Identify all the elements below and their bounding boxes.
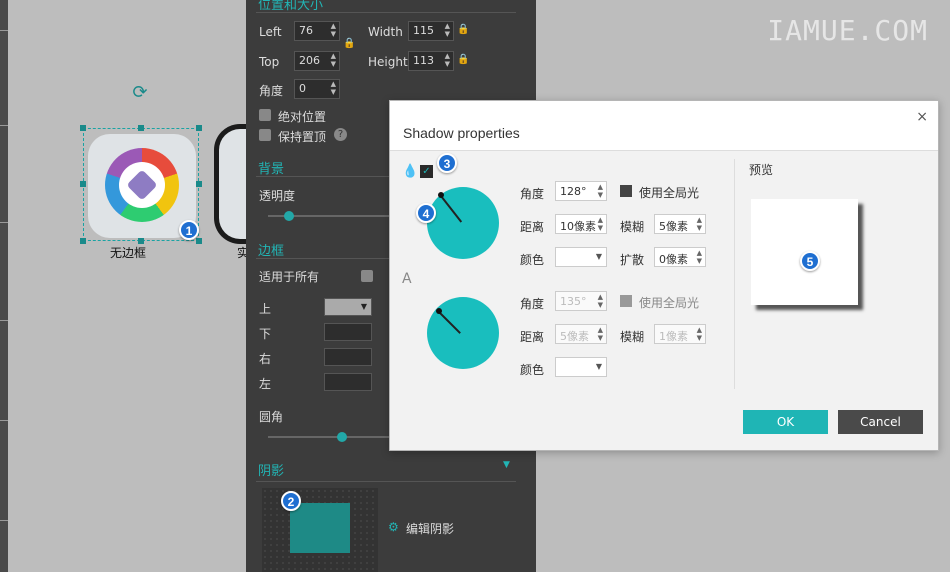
canvas-label-no-border: 无边框 bbox=[110, 246, 147, 260]
width-label: Width bbox=[368, 25, 403, 39]
inner-blur-label: 模糊 bbox=[620, 330, 645, 344]
step-badge-4: 4 bbox=[416, 203, 436, 223]
outer-angle-dial[interactable] bbox=[427, 187, 499, 259]
step-badge-2: 2 bbox=[281, 491, 301, 511]
watermark: IAMUE.COM bbox=[767, 14, 928, 47]
outer-blur-input[interactable]: 5像素 ▲ ▼ bbox=[654, 214, 706, 234]
border-top-label: 上 bbox=[259, 302, 272, 316]
inner-distance-input[interactable]: 5像素 ▲ ▼ bbox=[555, 324, 607, 344]
apply-all-label: 适用于所有 bbox=[259, 270, 320, 284]
inner-global-light-label: 使用全局光 bbox=[639, 296, 700, 310]
rotate-handle-icon[interactable]: ⟳ bbox=[130, 83, 150, 103]
angle-label: 角度 bbox=[259, 84, 284, 98]
step-badge-3: 3 bbox=[437, 153, 457, 173]
left-label: Left bbox=[259, 25, 282, 39]
absolute-position-label: 绝对位置 bbox=[278, 110, 327, 124]
preview-label: 预览 bbox=[749, 163, 774, 177]
step-badge-1: 1 bbox=[179, 220, 199, 240]
section-border[interactable]: 边框 bbox=[258, 240, 284, 259]
outer-global-light-checkbox[interactable] bbox=[620, 185, 632, 197]
drop-shadow-icon: 💧 bbox=[402, 164, 419, 179]
border-right-label: 右 bbox=[259, 352, 272, 366]
keep-top-checkbox[interactable] bbox=[259, 129, 271, 141]
gear-icon[interactable]: ⚙ bbox=[388, 520, 399, 534]
section-shadow[interactable]: 阴影 bbox=[258, 460, 284, 479]
inner-global-light-checkbox[interactable] bbox=[620, 295, 632, 307]
outer-angle-label: 角度 bbox=[520, 187, 545, 201]
lock-icon[interactable]: 🔒 bbox=[457, 24, 469, 35]
lock-icon[interactable]: 🔒 bbox=[457, 54, 469, 65]
height-input[interactable]: 113 ▲ ▼ bbox=[408, 51, 454, 71]
outer-spread-input[interactable]: 0像素 ▲ ▼ bbox=[654, 247, 706, 267]
keep-top-label: 保持置顶 bbox=[278, 130, 327, 144]
outer-blur-label: 模糊 bbox=[620, 220, 645, 234]
inner-blur-input[interactable]: 1像素 ▲ ▼ bbox=[654, 324, 706, 344]
outer-global-light-label: 使用全局光 bbox=[639, 186, 700, 200]
ok-button[interactable]: OK bbox=[743, 410, 828, 434]
radius-slider-knob[interactable] bbox=[337, 432, 347, 442]
close-icon[interactable]: × bbox=[916, 109, 928, 125]
border-bottom-label: 下 bbox=[259, 327, 272, 341]
inner-distance-label: 距离 bbox=[520, 330, 545, 344]
outer-angle-dial-handle[interactable] bbox=[438, 192, 444, 198]
border-left-label: 左 bbox=[259, 377, 272, 391]
outer-color-dropdown[interactable]: ▼ bbox=[555, 247, 607, 267]
opacity-slider-knob[interactable] bbox=[284, 211, 294, 221]
link-lock-icon[interactable]: 🔒 bbox=[343, 38, 355, 49]
width-input[interactable]: 115 ▲ ▼ bbox=[408, 21, 454, 41]
left-input[interactable]: 76 ▲ ▼ bbox=[294, 21, 340, 41]
outer-distance-input[interactable]: 10像素 ▲ ▼ bbox=[555, 214, 607, 234]
outer-spread-label: 扩散 bbox=[620, 253, 645, 267]
inner-color-dropdown[interactable]: ▼ bbox=[555, 357, 607, 377]
drop-shadow-checkbox[interactable]: ✓ bbox=[420, 165, 433, 178]
edit-shadow-link[interactable]: 编辑阴影 bbox=[406, 520, 454, 537]
shadow-thumbnail-rect bbox=[290, 503, 350, 553]
radius-label: 圆角 bbox=[259, 410, 284, 424]
border-top-style-dropdown[interactable]: ▼ bbox=[324, 298, 372, 316]
inner-shadow-letter: A bbox=[402, 271, 412, 287]
step-badge-5: 5 bbox=[800, 251, 820, 271]
outer-distance-label: 距离 bbox=[520, 220, 545, 234]
inner-color-label: 颜色 bbox=[520, 363, 545, 377]
top-label: Top bbox=[259, 55, 280, 69]
outer-color-label: 颜色 bbox=[520, 253, 545, 267]
height-label: Height bbox=[368, 55, 408, 69]
opacity-label: 透明度 bbox=[259, 189, 296, 203]
top-input[interactable]: 206 ▲ ▼ bbox=[294, 51, 340, 71]
outer-angle-input[interactable]: 128° ▲ ▼ bbox=[555, 181, 607, 201]
border-bottom-style-dropdown[interactable] bbox=[324, 323, 372, 341]
inner-angle-label: 角度 bbox=[520, 297, 545, 311]
help-icon[interactable]: ? bbox=[334, 128, 347, 141]
shadow-thumbnail[interactable] bbox=[262, 488, 378, 572]
border-right-style-dropdown[interactable] bbox=[324, 348, 372, 366]
collapse-arrow-icon[interactable]: ▼ bbox=[503, 460, 510, 470]
vertical-ruler bbox=[0, 0, 8, 572]
shadow-properties-dialog: Shadow properties × 💧 ✓ 3 4 角度 128° ▲ ▼ 使用… bbox=[389, 100, 939, 451]
radius-slider[interactable] bbox=[268, 436, 390, 438]
dialog-title: Shadow properties bbox=[403, 125, 520, 141]
cancel-button[interactable]: Cancel bbox=[838, 410, 923, 434]
apply-all-checkbox[interactable] bbox=[361, 270, 373, 282]
section-background[interactable]: 背景 bbox=[258, 158, 284, 177]
inner-angle-input[interactable]: 135° ▲ ▼ bbox=[555, 291, 607, 311]
angle-input[interactable]: 0 ▲ ▼ bbox=[294, 79, 340, 99]
inner-angle-dial-handle[interactable] bbox=[436, 308, 442, 314]
border-left-style-dropdown[interactable] bbox=[324, 373, 372, 391]
absolute-position-checkbox[interactable] bbox=[259, 109, 271, 121]
